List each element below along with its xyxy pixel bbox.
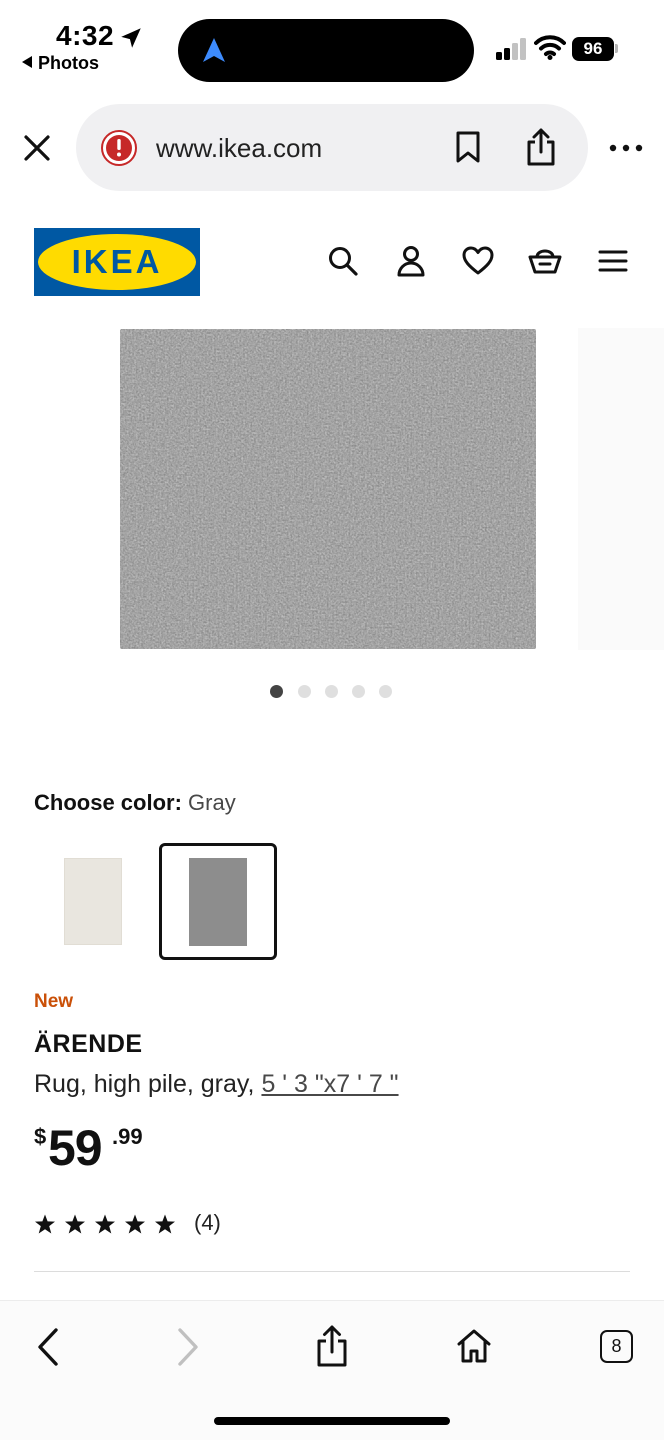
swatch-image-gray (189, 858, 247, 946)
product-image (120, 329, 536, 649)
home-indicator (214, 1417, 450, 1425)
more-options-icon[interactable] (608, 134, 644, 162)
product-size-link[interactable]: 5 ' 3 "x7 ' 7 " (261, 1070, 398, 1098)
review-count: (4) (194, 1210, 221, 1235)
divider (34, 1271, 630, 1272)
cart-icon[interactable] (528, 244, 562, 278)
back-app-label: Photos (38, 53, 99, 73)
ikea-logo[interactable]: IKEA (34, 228, 200, 296)
carousel-dot-2[interactable] (298, 685, 311, 698)
share-icon[interactable] (524, 126, 558, 168)
star-icon (125, 1214, 145, 1234)
price-integer: 59 (48, 1120, 103, 1176)
color-swatch-off-white[interactable] (34, 843, 152, 960)
product-image-carousel[interactable] (0, 320, 664, 670)
star-icon (155, 1214, 175, 1234)
account-icon[interactable] (394, 244, 428, 278)
tabs-button[interactable]: 8 (600, 1330, 633, 1363)
close-icon[interactable] (20, 131, 54, 165)
back-icon[interactable] (34, 1327, 62, 1367)
forward-icon[interactable] (174, 1327, 202, 1367)
back-to-app-link[interactable]: Photos (22, 53, 99, 74)
product-description-text: Rug, high pile, gray, (34, 1070, 262, 1098)
star-icon (35, 1214, 55, 1234)
carousel-dot-3[interactable] (325, 685, 338, 698)
logo-text: IKEA (72, 243, 163, 280)
color-chooser-label: Choose color: Gray (34, 790, 236, 816)
star-icon (65, 1214, 85, 1234)
search-icon[interactable] (326, 244, 360, 278)
navigation-arrow-icon (203, 38, 225, 62)
bookmark-icon[interactable] (454, 130, 482, 164)
carousel-dot-1[interactable] (270, 685, 283, 698)
next-image-peek (578, 328, 664, 650)
back-triangle-icon (22, 56, 32, 68)
location-arrow-icon (121, 28, 141, 48)
carousel-dot-5[interactable] (379, 685, 392, 698)
selected-color-value: Gray (188, 790, 236, 815)
star-icon (95, 1214, 115, 1234)
share-icon[interactable] (314, 1323, 350, 1369)
swatch-image-off-white (64, 858, 122, 945)
dynamic-island (178, 19, 474, 82)
battery-indicator: 96 (572, 37, 614, 61)
menu-icon[interactable] (596, 244, 630, 278)
heart-icon[interactable] (461, 244, 495, 278)
product-name: ÄRENDE (34, 1030, 143, 1058)
url-text: www.ikea.com (156, 133, 323, 163)
price-decimal: .99 (112, 1124, 143, 1149)
price-currency: $ (34, 1124, 47, 1149)
color-label-text: Choose color: (34, 790, 182, 815)
address-bar[interactable]: www.ikea.com (76, 104, 588, 191)
wifi-icon (534, 35, 566, 60)
carousel-dot-4[interactable] (352, 685, 365, 698)
home-icon[interactable] (455, 1327, 493, 1365)
battery-tip (615, 44, 618, 53)
cellular-signal-icon (496, 36, 528, 60)
status-time: 4:32 (56, 20, 115, 51)
new-badge: New (34, 991, 74, 1012)
color-swatch-gray[interactable] (159, 843, 277, 960)
product-description: Rug, high pile, gray, 5 ' 3 "x7 ' 7 " (34, 1070, 399, 1099)
site-warning-icon (101, 130, 137, 166)
